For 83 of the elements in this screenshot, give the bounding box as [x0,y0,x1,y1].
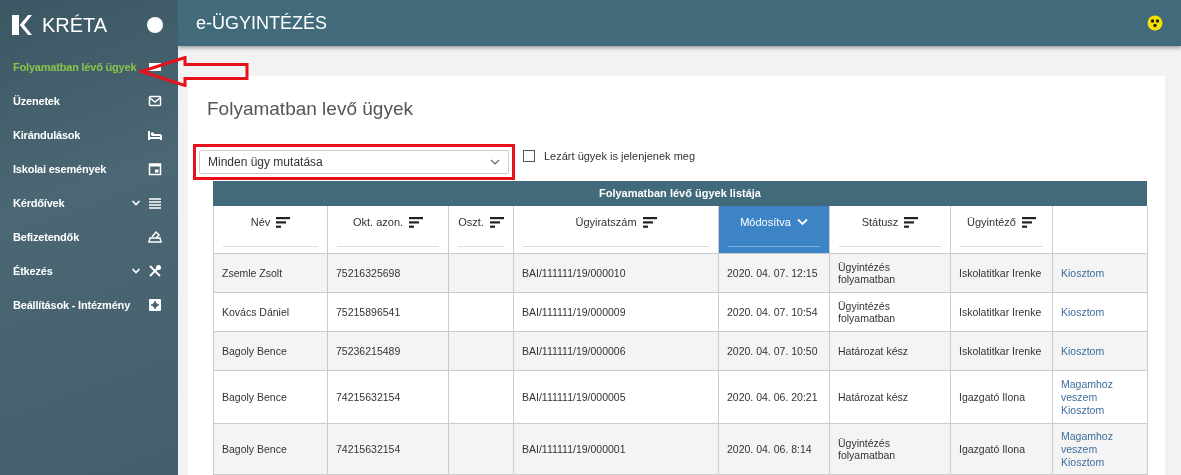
sort-icon [409,216,424,228]
sidebar-item[interactable]: Üzenetek [0,84,178,118]
sidebar-item[interactable]: Beállítások - Intézmény [0,288,178,322]
sort-icon [904,216,919,228]
checkbox-label: Lezárt ügyek is jelenjenek meg [544,150,696,162]
sidebar-item[interactable]: Étkezés [0,254,178,288]
table-cell: Igazgató Ilona [959,391,1025,403]
table-cell: Iskolatitkar Irenke [959,306,1042,318]
table-cell: Határozat kész [838,345,909,357]
table-cell: BAI/111111/19/000009 [522,306,626,318]
sort-icon [642,216,657,228]
table-cell: Kovács Dániel [222,306,290,318]
table-cell-text: Ügyintézés folyamatban [838,261,897,285]
envelope-icon [147,93,163,109]
scale-icon [147,229,163,245]
sidebar-item[interactable]: Iskolai események [0,152,178,186]
action-link[interactable]: Kiosztom [1061,403,1139,417]
page-title: Folyamatban levő ügyek [207,98,414,120]
table-cell: Bagoly Bence [222,391,287,403]
table-cell: Bagoly Bence [222,345,287,357]
action-link[interactable]: Magamhoz veszem [1061,429,1139,456]
filter-dropdown[interactable]: Minden ügy mutatása [199,150,509,174]
page-header-title: e-ÜGYINTÉZÉS [196,12,329,34]
column-header[interactable]: Módosítva [719,206,830,254]
action-link[interactable]: Kiosztom [1061,455,1139,469]
table-cell: Igazgató Ilona [959,443,1025,455]
column-label: Név [250,216,271,228]
table-cell: BAI/111111/19/000010 [522,267,626,279]
table-cell-text: Ügyintézés folyamatban [838,437,897,461]
chevron-down-icon [490,158,500,166]
column-header[interactable]: Ügyiratszám [514,206,719,254]
table-title: Folyamatban lévő ügyek listája [213,181,1147,206]
table-cell: 2020. 04. 06. 8:14 [727,443,812,455]
column-header[interactable]: Oszt. [449,206,514,254]
sidebar-item[interactable]: Kérdőívek [0,186,178,220]
table-cell: BAI/111111/19/000001 [522,443,626,455]
column-header[interactable]: Név [214,206,328,254]
sort-icon [489,216,504,228]
column-label: Oszt. [458,216,484,228]
status-dot-icon[interactable] [147,17,163,33]
brand-name: KRÉTA [42,13,109,37]
table-cell: Bagoly Bence [222,443,287,455]
table-cell: Zsemle Zsolt [222,267,283,279]
column-label: Ügyiratszám [575,216,637,228]
table-cell: 75236215489 [336,345,401,357]
column-label: Módosítva [740,216,791,228]
action-link[interactable]: Kiosztom [1061,305,1105,319]
calendar-icon [147,161,163,177]
table-cell: 2020. 04. 07. 10:50 [727,345,818,357]
sort-icon [276,216,291,228]
table-cell: Iskolatitkar Irenke [959,267,1042,279]
table-cell: 2020. 04. 06. 20:21 [727,391,818,403]
table-cell: Határozat kész [838,391,909,403]
table-cell: 75216325698 [336,267,401,279]
table-cell-text: Ügyintézés folyamatban [838,300,897,324]
chevron-down-icon [796,218,808,226]
column-label: Ügyintéző [967,216,1016,228]
sort-icon [1021,216,1036,228]
table-cell: 74215632154 [336,391,401,403]
action-link[interactable]: Kiosztom [1061,344,1105,358]
gear-box-icon [147,297,163,313]
accessibility-icon[interactable] [1147,15,1163,31]
logo-icon [12,14,32,36]
table-cell: 2020. 04. 07. 10:54 [727,306,818,318]
list-icon [147,195,163,211]
sidebar-item[interactable]: Befizetendők [0,220,178,254]
cutlery-icon [147,263,163,279]
table-cell: Iskolatitkar Irenke [959,345,1042,357]
checkbox[interactable] [523,150,535,162]
table-cell: BAI/111111/19/000005 [522,391,626,403]
action-link[interactable]: Magamhoz veszem [1061,377,1139,404]
column-header[interactable]: Okt. azon. [328,206,449,254]
table-cell: 75215896541 [336,306,401,318]
table-cell: 74215632154 [336,443,401,455]
action-link[interactable]: Kiosztom [1061,266,1105,280]
sidebar-item[interactable]: Kirándulások [0,118,178,152]
column-header[interactable]: Státusz [830,206,951,254]
table-cell: 2020. 04. 07. 12:15 [727,267,818,279]
sidebar-item[interactable]: Folyamatban lévő ügyek [0,50,178,84]
column-label: Státusz [861,216,899,228]
table-cell: BAI/111111/19/000006 [522,345,626,357]
column-header[interactable]: Ügyintéző [951,206,1053,254]
column-label: Okt. azon. [352,216,404,228]
